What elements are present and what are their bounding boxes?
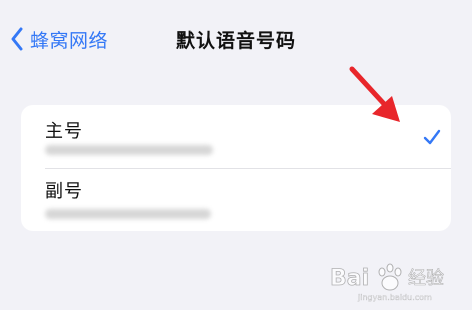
svg-text:经验: 经验	[408, 268, 444, 289]
list-item-primary-line[interactable]: 主号	[21, 105, 451, 168]
baidu-jingyan-watermark: Bai 经验 jingyan.baidu.com	[328, 254, 468, 306]
voice-line-list: 主号 副号	[21, 105, 451, 231]
line-label: 副号	[45, 181, 83, 202]
navigation-bar: 蜂窝网络 默认语音号码	[0, 0, 472, 80]
page-title: 默认语音号码	[175, 30, 296, 52]
svg-text:jingyan.baidu.com: jingyan.baidu.com	[357, 293, 432, 302]
list-item-secondary-line[interactable]: 副号	[21, 168, 451, 231]
line-label: 主号	[45, 121, 83, 142]
blurred-number	[45, 145, 213, 155]
svg-text:Bai: Bai	[330, 266, 369, 291]
checkmark-icon	[422, 127, 442, 147]
blurred-number	[45, 209, 211, 219]
